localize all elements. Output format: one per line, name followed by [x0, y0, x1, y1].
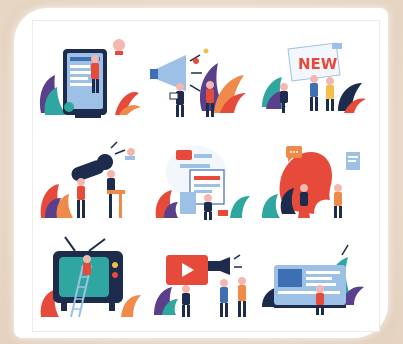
chat-bubble-icon: [262, 146, 360, 218]
megaphone-icon: [150, 48, 246, 117]
megaphone-team-scene: [142, 35, 252, 125]
podium-icon: [155, 146, 250, 220]
press-conference-scene: [150, 138, 260, 228]
microphone-interview-scene: [35, 138, 145, 228]
video-play-icon: [154, 254, 246, 317]
smartphone-icon: [39, 39, 141, 118]
tv-repair-scene: [35, 235, 145, 325]
video-broadcast-scene: [150, 235, 260, 325]
newspaper-scene: NEW: [258, 35, 368, 125]
newspaper-icon: NEW: [262, 42, 366, 113]
chat-head-scene: [258, 138, 368, 228]
news-card-scene: [258, 235, 368, 325]
microphone-icon: [40, 141, 135, 218]
newspaper-headline: NEW: [298, 55, 338, 73]
news-card-icon: [262, 244, 364, 315]
phone-reading-scene: [35, 35, 145, 125]
television-icon: [40, 236, 141, 318]
